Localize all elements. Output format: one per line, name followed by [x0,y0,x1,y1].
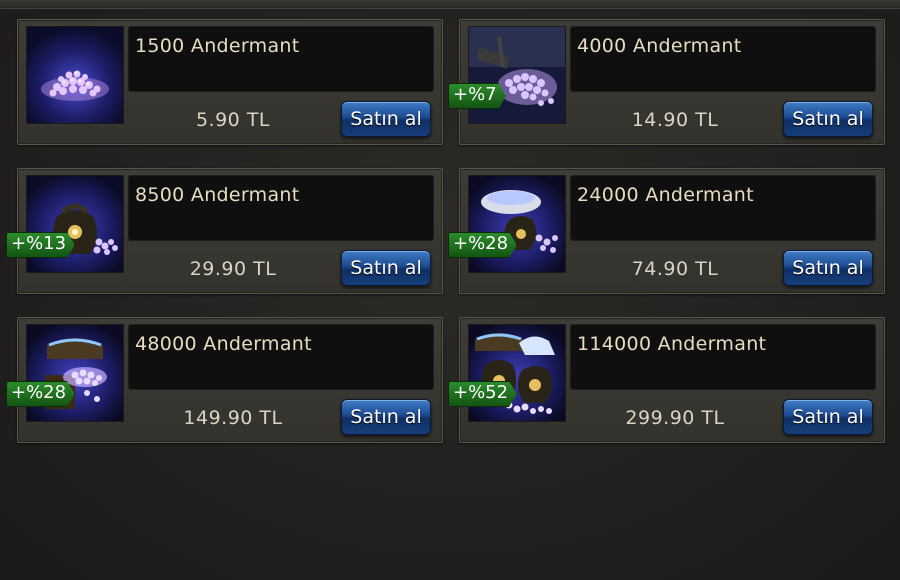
bonus-badge: +%52 [448,381,518,407]
package-name-box: 24000 Andermant [570,175,876,241]
buy-button[interactable]: Satın al [783,399,873,435]
package-card-1500: 1500 Andermant 5.90 TL Satın al [17,19,443,145]
buy-button[interactable]: Satın al [341,101,431,137]
package-card-8500: +%13 8500 Andermant 29.90 TL Satın al [6,168,443,294]
package-card-48000: +%28 48000 Andermant 149.90 TL Satın al [6,317,443,443]
package-name-box: 1500 Andermant [128,26,434,92]
package-price: 29.90 TL [189,258,277,280]
bonus-badge: +%13 [6,232,76,258]
buy-button[interactable]: Satın al [341,250,431,286]
bonus-badge: +%7 [448,83,506,109]
buy-button[interactable]: Satın al [341,399,431,435]
buy-button[interactable]: Satın al [783,250,873,286]
gem-cart-icon [468,26,566,124]
package-name-box: 4000 Andermant [570,26,876,92]
package-name: 1500 Andermant [135,35,300,57]
package-name: 4000 Andermant [577,35,742,57]
package-grid: 1500 Andermant 5.90 TL Satın al +%7 4000… [6,19,885,443]
package-price: 74.90 TL [631,258,719,280]
bonus-badge: +%28 [6,381,76,407]
package-name: 8500 Andermant [135,184,300,206]
package-name: 114000 Andermant [577,333,767,355]
package-name: 48000 Andermant [135,333,312,355]
package-card-4000: +%7 4000 Andermant 14.90 TL Satın al [448,19,885,145]
package-price: 5.90 TL [195,109,271,131]
gem-pile-icon [26,26,124,124]
buy-button[interactable]: Satın al [783,101,873,137]
package-price: 149.90 TL [183,407,283,429]
package-card-24000: +%28 24000 Andermant 74.90 TL Satın al [448,168,885,294]
top-border [0,0,900,9]
package-name: 24000 Andermant [577,184,754,206]
package-price: 299.90 TL [625,407,725,429]
gem-bowl-icon [468,175,566,273]
package-price: 14.90 TL [631,109,719,131]
gem-chest-icon [26,324,124,422]
package-name-box: 114000 Andermant [570,324,876,390]
package-name-box: 8500 Andermant [128,175,434,241]
bonus-badge: +%28 [448,232,518,258]
gem-treasure-icon [468,324,566,422]
package-name-box: 48000 Andermant [128,324,434,390]
gem-sack-icon [26,175,124,273]
package-card-114000: +%52 114000 Andermant 299.90 TL Satın al [448,317,885,443]
